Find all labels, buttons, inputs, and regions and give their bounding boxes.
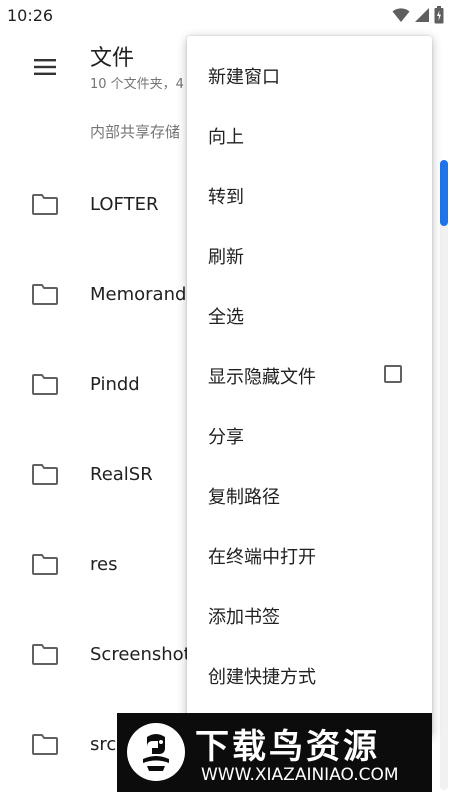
page-subtitle: 10 个文件夹，4 xyxy=(90,77,184,92)
show-hidden-files-checkbox[interactable] xyxy=(384,365,402,383)
menu-item-new-window[interactable]: 新建窗口 xyxy=(187,46,432,106)
folder-name: Pindd xyxy=(90,374,140,395)
status-bar: 10:26 xyxy=(0,0,450,32)
folder-icon xyxy=(32,734,58,755)
menu-item-refresh[interactable]: 刷新 xyxy=(187,226,432,286)
folder-name: RealSR xyxy=(90,464,153,485)
folder-icon xyxy=(32,554,58,575)
wifi-icon xyxy=(392,8,410,22)
menu-item-add-bookmark[interactable]: 添加书签 xyxy=(187,586,432,646)
scrollbar-track[interactable] xyxy=(440,160,448,790)
menu-item-show-hidden-files[interactable]: 显示隐藏文件 xyxy=(187,346,432,406)
watermark-url: WWW.XIAZAINIAO.COM xyxy=(201,765,399,785)
battery-icon xyxy=(434,6,444,24)
folder-icon xyxy=(32,464,58,485)
overflow-menu-list: 新建窗口 向上 转到 刷新 全选 显示隐藏文件 分享 复制路径 在终端中打开 添… xyxy=(187,36,432,706)
menu-item-create-shortcut[interactable]: 创建快捷方式 xyxy=(187,646,432,706)
folder-name: LOFTER xyxy=(90,194,159,215)
menu-item-up[interactable]: 向上 xyxy=(187,106,432,166)
folder-icon xyxy=(32,284,58,305)
page-title: 文件 xyxy=(90,46,135,71)
folder-name: Screenshots xyxy=(90,644,201,665)
menu-icon xyxy=(34,59,56,75)
menu-item-copy-path[interactable]: 复制路径 xyxy=(187,466,432,526)
menu-item-open-in-terminal[interactable]: 在终端中打开 xyxy=(187,526,432,586)
menu-item-go-to[interactable]: 转到 xyxy=(187,166,432,226)
menu-item-share[interactable]: 分享 xyxy=(187,406,432,466)
watermark-title: 下载鸟资源 xyxy=(195,727,380,767)
overflow-menu: 新建窗口 向上 转到 刷新 全选 显示隐藏文件 分享 复制路径 在终端中打开 添… xyxy=(187,36,432,736)
status-icons xyxy=(392,6,444,24)
watermark-banner: 下载鸟资源 WWW.XIAZAINIAO.COM xyxy=(117,713,432,792)
folder-icon xyxy=(32,374,58,395)
menu-item-select-all[interactable]: 全选 xyxy=(187,286,432,346)
signal-icon xyxy=(415,8,429,22)
folder-name: src xyxy=(90,734,117,755)
scrollbar-thumb[interactable] xyxy=(440,160,448,226)
folder-icon xyxy=(32,644,58,665)
folder-icon xyxy=(32,194,58,215)
status-time: 10:26 xyxy=(7,6,54,25)
nav-menu-button[interactable] xyxy=(30,52,60,82)
folder-name: res xyxy=(90,554,118,575)
storage-location-label: 内部共享存储 xyxy=(90,123,181,141)
show-hidden-files-label: 显示隐藏文件 xyxy=(208,367,316,388)
bird-logo-icon xyxy=(127,723,185,781)
